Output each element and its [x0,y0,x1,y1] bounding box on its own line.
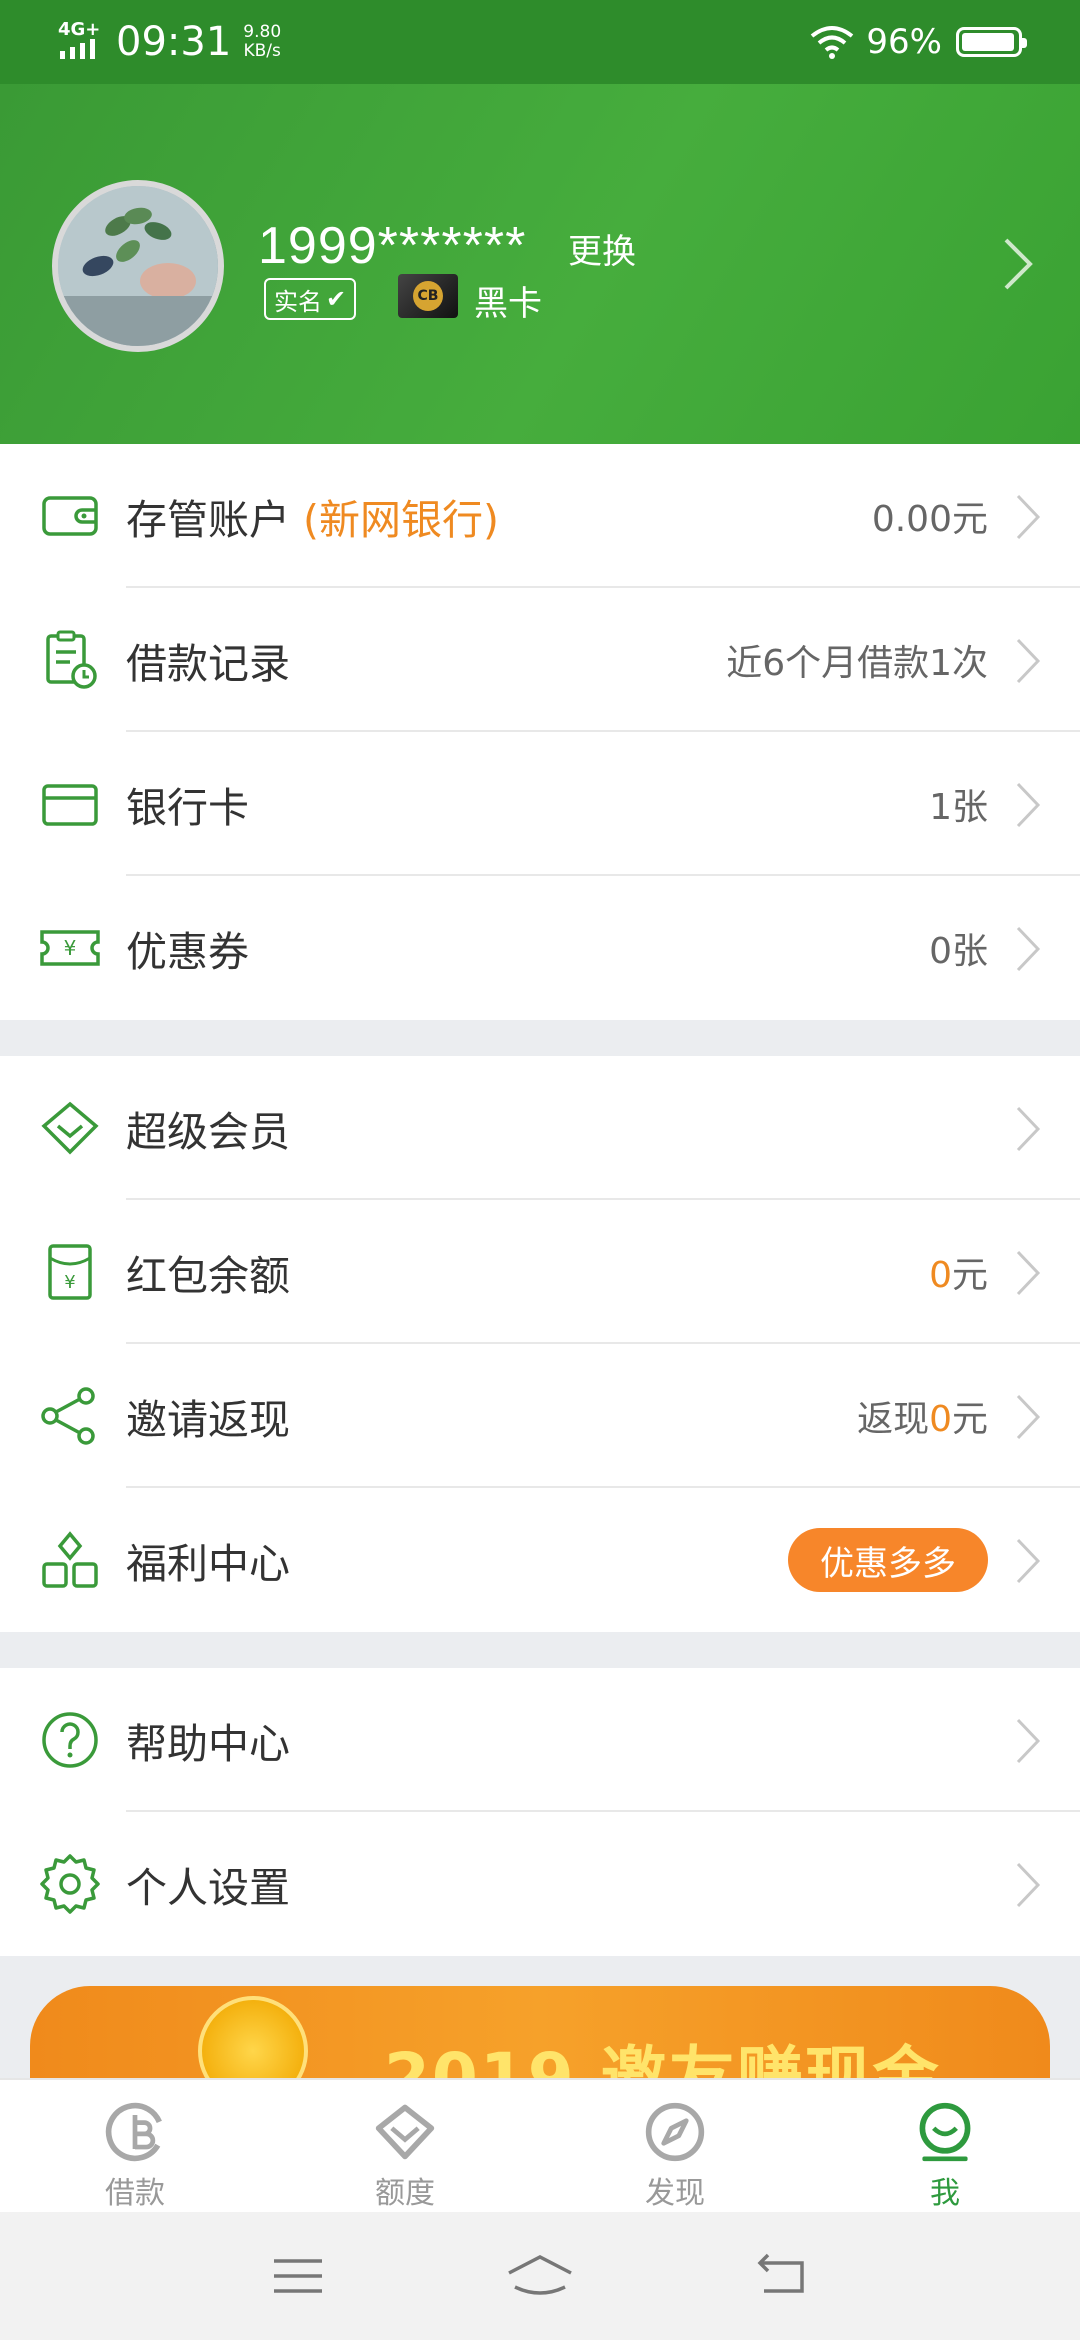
row-personal-settings[interactable]: 个人设置 [0,1812,1080,1956]
tab-loan[interactable]: 借款 [0,2080,270,2212]
tab-me[interactable]: 我 [810,2080,1080,2212]
row-loan-records[interactable]: 借款记录 近6个月借款1次 [0,588,1080,732]
tab-discover[interactable]: 发现 [540,2080,810,2212]
network-indicator: 4G+ [58,21,106,63]
battery-percent: 96% [866,22,942,62]
card-level-label: 黑卡 [474,284,542,324]
network-speed: 9.80 KB/s [243,22,282,61]
check-icon: ✔ [326,285,347,313]
system-nav-bar [0,2212,1080,2340]
svg-text:¥: ¥ [64,936,77,960]
smile-icon [919,2102,971,2162]
settings-icon [40,1854,100,1914]
row-value: 近6个月借款1次 [726,643,988,684]
row-label: 邀请返现 [126,1396,290,1444]
coupon-icon: ¥ [40,930,100,966]
row-label: 个人设置 [126,1864,290,1912]
card-logo: CB [413,281,443,311]
account-group: 存管账户 (新网银行) 0.00元 借款记录 近6个月借款1次 银行卡 1张 ¥ [0,444,1080,1020]
row-value: 0元 [929,1255,988,1296]
chevron-right-icon [1016,1862,1041,1908]
wifi-icon [811,26,854,59]
chevron-right-icon [1016,1250,1041,1296]
row-label: 超级会员 [126,1108,290,1156]
phone-number: 1999******* [258,217,527,275]
profile-header[interactable]: 1999******* 更换 实名 ✔ CB 黑卡 [0,84,1080,444]
avatar[interactable] [52,180,224,352]
row-help-center[interactable]: 帮助中心 [0,1668,1080,1812]
chevron-right-icon [1016,782,1041,828]
row-welfare-center[interactable]: 福利中心 优惠多多 [0,1488,1080,1632]
battery-level [962,33,1014,51]
row-bank-card[interactable]: 银行卡 1张 [0,732,1080,876]
row-value: 1张 [929,787,988,828]
bank-card-icon [42,784,98,826]
diamond-icon [41,1101,99,1155]
row-value: 返现0元 [857,1399,988,1440]
bottom-tab-bar: 借款 额度 发现 我 [0,2078,1080,2212]
row-label: 银行卡 [126,784,249,832]
svg-text:¥: ¥ [64,1272,75,1293]
blocks-icon [42,1531,98,1588]
tab-quota[interactable]: 额度 [270,2080,540,2212]
support-group: 帮助中心 个人设置 [0,1668,1080,1956]
avatar-photo [58,186,218,346]
row-label: 福利中心 [126,1540,290,1588]
row-label: 优惠券 [126,928,249,976]
help-icon [42,1712,98,1768]
row-label: 帮助中心 [126,1720,290,1768]
status-bar: 4G+ 09:31 9.80 KB/s 96% [0,0,1080,84]
row-red-envelope[interactable]: ¥ 红包余额 0元 [0,1200,1080,1344]
chevron-right-icon [1016,1538,1041,1584]
row-value: 0.00元 [871,499,988,540]
red-envelope-icon: ¥ [48,1244,92,1300]
promo-badge[interactable]: 优惠多多 [788,1528,988,1592]
chevron-right-icon [1016,1718,1041,1764]
verified-badge: 实名 ✔ [264,278,357,320]
chevron-right-icon [1016,1394,1041,1440]
battery-icon [956,27,1027,57]
row-custody-account[interactable]: 存管账户 (新网银行) 0.00元 [0,444,1080,588]
chevron-right-icon[interactable] [996,234,1040,294]
black-card-icon: CB [398,274,458,318]
chevron-right-icon [1016,1106,1041,1152]
row-super-member[interactable]: 超级会员 [0,1056,1080,1200]
row-coupons[interactable]: ¥ 优惠券 0张 [0,876,1080,1020]
row-label: 借款记录 [126,640,290,688]
loan-logo-icon [105,2102,165,2162]
change-account-link[interactable]: 更换 [568,224,636,273]
signal-icon [60,39,95,59]
clock: 09:31 [116,19,232,65]
row-label: 存管账户 (新网银行) [126,496,500,544]
membership-group: 超级会员 ¥ 红包余额 0元 邀请返现 返现0元 福利中心 优惠多多 [0,1056,1080,1632]
row-label: 红包余额 [126,1252,290,1300]
home-icon[interactable] [505,2251,575,2301]
row-value: 0张 [929,931,988,972]
diamond-icon [375,2104,435,2160]
menu-icon[interactable] [268,2251,328,2301]
share-icon [41,1387,95,1445]
row-invite-cashback[interactable]: 邀请返现 返现0元 [0,1344,1080,1488]
wallet-icon [42,496,98,536]
chevron-right-icon [1016,494,1041,540]
chevron-right-icon [1016,926,1041,972]
chevron-right-icon [1016,638,1041,684]
back-icon[interactable] [752,2251,812,2301]
compass-icon [645,2102,705,2162]
clipboard-clock-icon [46,630,97,689]
